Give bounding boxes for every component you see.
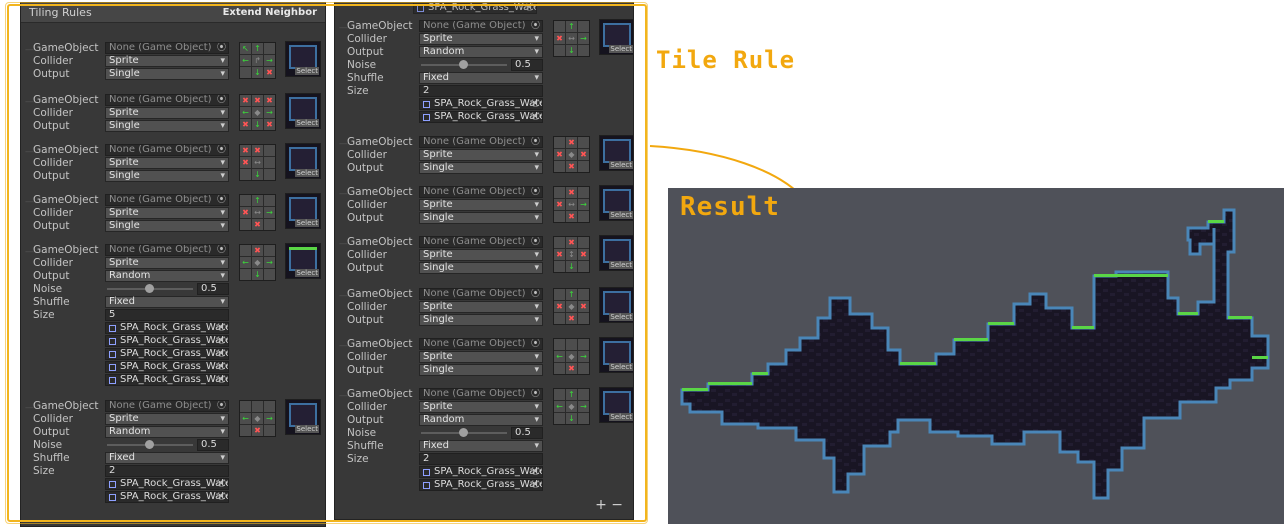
- tilemap-result-image: [680, 208, 1270, 500]
- result-preview: [668, 188, 1284, 524]
- result-annotation: Result: [680, 192, 780, 222]
